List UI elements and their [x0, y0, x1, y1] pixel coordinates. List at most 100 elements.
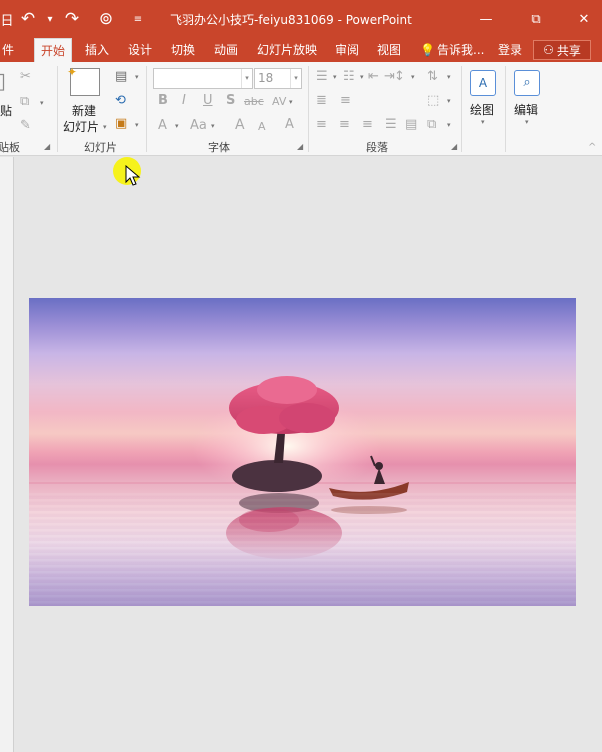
chevron-down-icon[interactable]: ▾	[241, 69, 252, 88]
minimize-button[interactable]: —	[466, 0, 506, 38]
close-button[interactable]: ✕	[564, 0, 602, 38]
align-text-vertical-icon[interactable]: ⬚	[427, 93, 439, 109]
bullets-icon[interactable]: ☰	[316, 69, 328, 85]
ribbon-tabs: 件 开始 插入 设计 切换 动画 幻灯片放映 审阅 视图 💡 告诉我... 登录…	[0, 38, 602, 62]
chevron-down-icon[interactable]: ▾	[290, 69, 301, 88]
slide-canvas[interactable]	[29, 298, 576, 606]
layout-icon[interactable]: ▤	[115, 69, 127, 85]
share-button[interactable]: ⚇ 共享	[533, 40, 591, 60]
change-case-dropdown-icon[interactable]: ▾	[211, 122, 215, 130]
smartart-icon[interactable]: ⧉	[427, 117, 436, 133]
new-slide-label-line2[interactable]: 幻灯片	[63, 118, 99, 135]
shapes-icon[interactable]: A	[470, 70, 496, 96]
font-color-icon[interactable]: A	[158, 118, 167, 134]
tab-animations[interactable]: 动画	[214, 38, 238, 62]
smartart-dropdown-icon[interactable]: ▾	[447, 121, 451, 129]
copy-dropdown-icon[interactable]: ▾	[40, 99, 44, 107]
text-direction-dropdown-icon[interactable]: ▾	[447, 73, 451, 81]
char-spacing-dropdown-icon[interactable]: ▾	[289, 98, 293, 106]
tab-file[interactable]: 件	[2, 38, 14, 62]
tab-home[interactable]: 开始	[34, 38, 73, 62]
paste-label[interactable]: 贴	[0, 102, 12, 119]
distributed-icon[interactable]: ▤	[405, 117, 417, 133]
text-direction-icon[interactable]: ⇅	[427, 69, 438, 85]
cut-icon[interactable]: ✂	[20, 69, 31, 85]
save-icon[interactable]: 日	[0, 6, 14, 32]
font-launcher-icon[interactable]: ◢	[297, 142, 303, 151]
numbering-icon[interactable]: ☷	[343, 69, 355, 85]
tell-me-search[interactable]: 告诉我...	[437, 38, 484, 62]
strikethrough-icon[interactable]: abc	[244, 94, 264, 110]
drawing-dropdown-icon[interactable]: ▾	[481, 118, 485, 126]
signin-link[interactable]: 登录	[498, 38, 522, 62]
start-presentation-icon[interactable]: ⊚	[92, 6, 120, 32]
collapse-ribbon-icon[interactable]: ^	[588, 140, 596, 156]
magnifier-icon[interactable]: ⌕	[514, 70, 540, 96]
section-dropdown-icon[interactable]: ▾	[135, 121, 139, 129]
increase-font-icon[interactable]: A	[235, 117, 245, 133]
tab-insert[interactable]: 插入	[85, 38, 109, 62]
customize-toolbar-icon[interactable]: ≡	[130, 6, 146, 32]
bullets-dropdown-icon[interactable]: ▾	[333, 73, 337, 81]
tab-design[interactable]: 设计	[128, 38, 152, 62]
thumbnail-pane-edge[interactable]	[0, 157, 14, 752]
font-size-combo[interactable]: 18 ▾	[254, 68, 302, 89]
title-bar: 日 ↶ ▾ ↷ ⊚ ≡ 飞羽办公小技巧-feiyu831069 - PowerP…	[0, 0, 602, 38]
paragraph-group-label: 段落	[366, 141, 388, 154]
columns-icon[interactable]: ≣	[316, 93, 327, 109]
clipboard-launcher-icon[interactable]: ◢	[44, 142, 50, 151]
group-separator	[308, 66, 309, 152]
editing-label[interactable]: 编辑	[514, 101, 538, 118]
decrease-font-icon[interactable]: A	[258, 119, 266, 135]
layout-dropdown-icon[interactable]: ▾	[135, 73, 139, 81]
section-icon[interactable]: ▣	[115, 116, 127, 132]
line-spacing-icon[interactable]: ↕	[394, 69, 405, 85]
italic-icon[interactable]: I	[182, 93, 186, 109]
format-painter-icon[interactable]: ✎	[20, 118, 31, 134]
numbering-dropdown-icon[interactable]: ▾	[360, 73, 364, 81]
group-separator	[461, 66, 462, 152]
font-color-dropdown-icon[interactable]: ▾	[175, 122, 179, 130]
text-shadow-icon[interactable]: S	[226, 93, 235, 109]
align-right-icon[interactable]: ≡	[362, 117, 373, 133]
tab-view[interactable]: 视图	[377, 38, 401, 62]
align-left-icon[interactable]: ≡	[316, 117, 327, 133]
change-case-icon[interactable]: Aa	[190, 118, 207, 134]
line-spacing-dropdown-icon[interactable]: ▾	[411, 73, 415, 81]
ribbon: ▯ 贴 ✂ ⧉ ▾ ✎ 贴板 ◢ ✦ 新建 幻灯片 ▾ ▤ ▾ ⟲ ▣ ▾ 幻灯…	[0, 62, 602, 156]
clipboard-group-label: 贴板	[0, 141, 20, 154]
paste-icon[interactable]: ▯	[0, 71, 6, 93]
reset-icon[interactable]: ⟲	[115, 93, 126, 109]
window-title: 飞羽办公小技巧-feiyu831069 - PowerPoint	[170, 13, 412, 27]
clear-formatting-icon[interactable]: A	[285, 117, 294, 133]
drawing-label[interactable]: 绘图	[470, 101, 494, 118]
redo-icon[interactable]: ↷	[58, 6, 86, 32]
justify-icon[interactable]: ☰	[385, 117, 397, 133]
water-ripples	[29, 493, 576, 606]
decrease-indent-icon[interactable]: ⇤	[368, 69, 379, 85]
char-spacing-icon[interactable]: AV	[272, 94, 286, 110]
tab-transitions[interactable]: 切换	[171, 38, 195, 62]
undo-dropdown-icon[interactable]: ▾	[42, 6, 58, 32]
paragraph-launcher-icon[interactable]: ◢	[451, 142, 457, 151]
copy-icon[interactable]: ⧉	[20, 94, 29, 110]
font-group-label: 字体	[208, 141, 230, 154]
align-text-icon[interactable]: ≡	[340, 93, 351, 109]
align-vertical-dropdown-icon[interactable]: ▾	[447, 97, 451, 105]
restore-button[interactable]: ⧉	[516, 0, 556, 38]
font-size-value: 18	[258, 71, 274, 85]
new-slide-label-line1[interactable]: 新建	[72, 102, 96, 119]
align-center-icon[interactable]: ≡	[339, 117, 350, 133]
font-name-combo[interactable]: ▾	[153, 68, 253, 89]
group-separator	[505, 66, 506, 152]
underline-icon[interactable]: U	[203, 93, 213, 109]
editing-dropdown-icon[interactable]: ▾	[525, 118, 529, 126]
undo-icon[interactable]: ↶	[14, 6, 42, 32]
group-separator	[146, 66, 147, 152]
tab-slideshow[interactable]: 幻灯片放映	[257, 38, 317, 62]
tab-review[interactable]: 审阅	[335, 38, 359, 62]
new-slide-dropdown-icon[interactable]: ▾	[103, 123, 107, 131]
group-separator	[57, 66, 58, 152]
bold-icon[interactable]: B	[158, 93, 168, 109]
mouse-cursor-icon	[125, 165, 141, 186]
